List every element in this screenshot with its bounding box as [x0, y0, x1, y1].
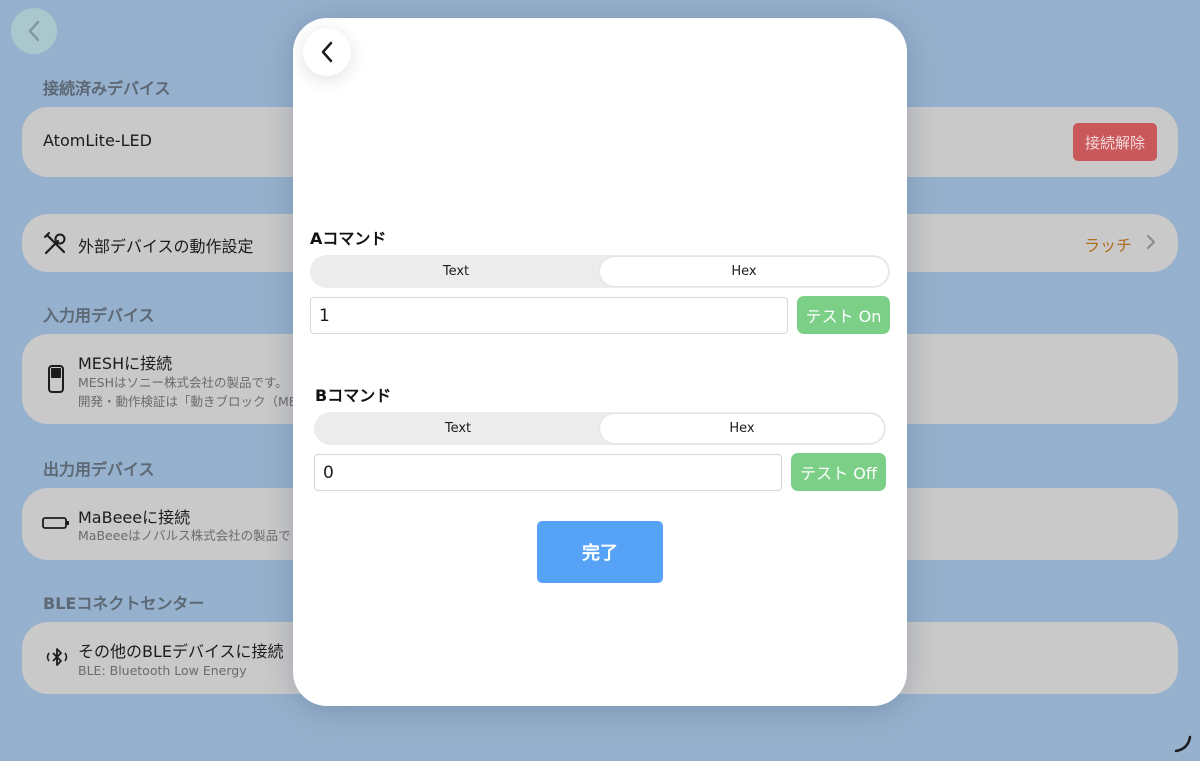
- chevron-left-icon: [321, 41, 333, 63]
- done-button[interactable]: 完了: [537, 521, 663, 583]
- section-title-input: 入力用デバイス: [43, 306, 155, 325]
- device-name: AtomLite-LED: [43, 131, 152, 150]
- command-b-format-selector: Text Hex: [314, 412, 886, 445]
- external-settings-label: 外部デバイスの動作設定: [78, 237, 254, 256]
- mabeee-desc: MaBeeeはノバルス株式会社の製品で: [78, 528, 291, 543]
- mesh-desc-line1: MESHはソニー株式会社の製品です。: [78, 375, 288, 390]
- section-title-ble: BLEコネクトセンター: [43, 594, 205, 613]
- command-a-text-option[interactable]: Text: [312, 257, 600, 286]
- command-a-input[interactable]: 1: [310, 297, 788, 334]
- test-on-button[interactable]: テスト On: [797, 296, 890, 334]
- test-off-button[interactable]: テスト Off: [791, 453, 886, 491]
- command-a-format-selector: Text Hex: [310, 255, 890, 288]
- command-b-hex-option[interactable]: Hex: [600, 414, 884, 443]
- ble-title: その他のBLEデバイスに接続: [78, 642, 284, 661]
- command-b-label: Bコマンド: [315, 386, 392, 405]
- resize-handle-icon: [1174, 735, 1192, 753]
- section-title-connected: 接続済みデバイス: [43, 79, 171, 98]
- command-b-input[interactable]: 0: [314, 454, 782, 491]
- command-a-hex-option[interactable]: Hex: [600, 257, 888, 286]
- chevron-left-icon: [28, 20, 40, 42]
- bluetooth-icon: [46, 648, 68, 666]
- tools-icon: [44, 232, 66, 255]
- command-settings-modal: Aコマンド Text Hex 1 テスト On Bコマンド Text Hex 0…: [293, 18, 907, 706]
- section-title-output: 出力用デバイス: [43, 460, 155, 479]
- mesh-desc-line2: 開発・動作検証は「動きブロック（ME: [78, 394, 297, 409]
- modal-back-button[interactable]: [303, 28, 351, 76]
- chevron-right-icon: [1147, 235, 1155, 249]
- latch-value: ラッチ: [1083, 236, 1132, 255]
- command-b-text-option[interactable]: Text: [316, 414, 600, 443]
- disconnect-button[interactable]: 接続解除: [1073, 123, 1157, 161]
- back-button[interactable]: [11, 8, 57, 54]
- command-a-label: Aコマンド: [310, 229, 387, 248]
- ble-desc: BLE: Bluetooth Low Energy: [78, 663, 247, 678]
- mabeee-title: MaBeeeに接続: [78, 508, 191, 527]
- mesh-block-icon: [48, 365, 64, 393]
- battery-icon: [42, 517, 69, 529]
- mesh-title: MESHに接続: [78, 354, 173, 373]
